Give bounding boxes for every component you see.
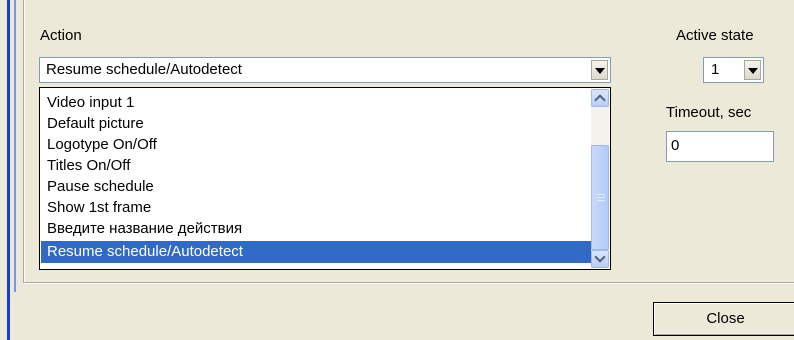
scroll-down-icon — [594, 251, 606, 263]
scrollbar-thumb[interactable] — [591, 145, 609, 250]
timeout-label: Timeout, sec — [666, 104, 752, 121]
thumb-grip — [597, 194, 605, 195]
action-combobox[interactable]: Resume schedule/Autodetect — [39, 57, 611, 83]
list-item[interactable]: Video input 1 — [41, 93, 591, 112]
active-state-dropdown-button[interactable] — [744, 60, 761, 80]
window-frame-edge — [7, 0, 10, 340]
close-button[interactable]: Close — [653, 302, 794, 336]
scroll-up-icon — [594, 94, 606, 106]
list-item[interactable]: Titles On/Off — [41, 156, 591, 175]
active-state-combobox[interactable]: 1 — [703, 57, 764, 83]
action-combobox-value: Resume schedule/Autodetect — [46, 61, 242, 78]
list-item[interactable]: Введите название действия — [41, 219, 591, 238]
list-item[interactable]: Show 1st frame — [41, 198, 591, 217]
chevron-down-icon — [595, 68, 605, 74]
thumb-grip — [597, 197, 605, 198]
action-dropdown-button[interactable] — [591, 60, 608, 80]
action-dropdown-list[interactable]: Video input 1 Default picture Logotype O… — [39, 87, 611, 270]
list-item[interactable]: Logotype On/Off — [41, 135, 591, 154]
list-scrollbar[interactable] — [591, 89, 609, 268]
list-item[interactable]: Default picture — [41, 114, 591, 133]
timeout-input[interactable]: 0 — [666, 131, 774, 162]
list-item-selected[interactable]: Resume schedule/Autodetect — [41, 241, 591, 263]
window-frame-inner-edge — [14, 0, 16, 292]
thumb-grip — [597, 200, 605, 201]
active-state-value: 1 — [711, 61, 720, 78]
active-state-label: Active state — [676, 27, 754, 44]
timeout-value: 0 — [671, 137, 680, 154]
list-item[interactable]: Pause schedule — [41, 177, 591, 196]
scroll-up-button[interactable] — [591, 89, 609, 107]
chevron-down-icon — [748, 68, 758, 74]
group-box-highlight-bottom — [24, 283, 794, 284]
scroll-down-button[interactable] — [591, 250, 609, 268]
action-label: Action — [40, 27, 82, 44]
group-box-highlight — [24, 0, 25, 282]
